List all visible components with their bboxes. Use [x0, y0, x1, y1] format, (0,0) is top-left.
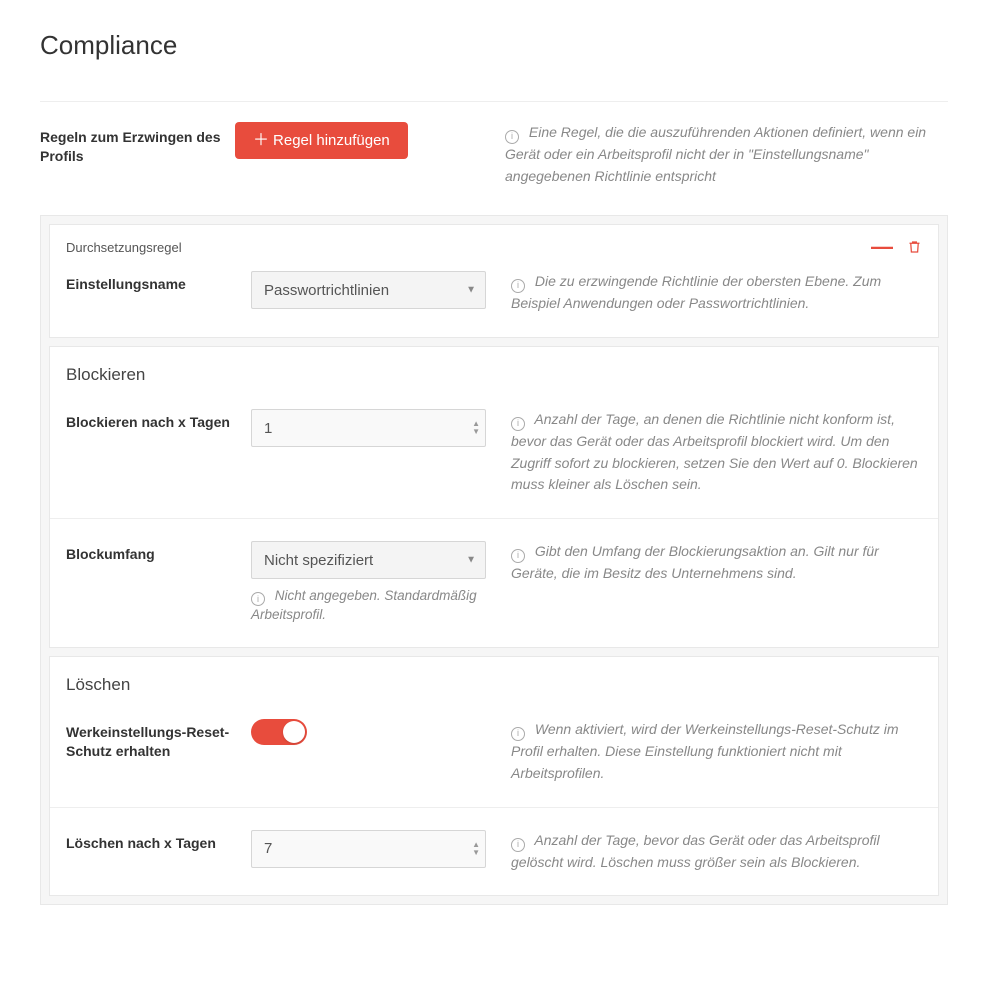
- info-icon: [251, 592, 265, 606]
- delete-rule-button[interactable]: [907, 239, 922, 255]
- page-title: Compliance: [40, 30, 948, 79]
- setting-name-select[interactable]: Passwortrichtlinien ▼: [251, 271, 486, 309]
- block-scope-subhelp: Nicht angegeben. Standardmäßig Arbeitspr…: [251, 587, 491, 625]
- trash-icon: [907, 239, 922, 255]
- setting-name-help: Die zu erzwingende Richtlinie der oberst…: [511, 271, 922, 315]
- stepper-down-icon[interactable]: ▼: [472, 849, 480, 857]
- add-rule-button[interactable]: ＋ Regel hinzufügen: [235, 122, 408, 159]
- toggle-knob: [283, 721, 305, 743]
- rule-card-setting: Durchsetzungsregel — Einstellungsname Pa…: [49, 224, 939, 338]
- wipe-after-days-field[interactable]: [251, 830, 486, 868]
- divider: [40, 101, 948, 102]
- rule-header-title: Durchsetzungsregel: [66, 240, 182, 255]
- wipe-after-days-label: Löschen nach x Tagen: [66, 830, 251, 853]
- add-rule-label: Regel hinzufügen: [273, 132, 390, 149]
- wipe-after-days-input[interactable]: ▲ ▼: [251, 830, 486, 868]
- profile-enforce-row: Regeln zum Erzwingen des Profils ＋ Regel…: [40, 122, 948, 187]
- wipe-after-days-help: Anzahl der Tage, bevor das Gerät oder da…: [511, 830, 922, 874]
- info-icon: [511, 727, 525, 741]
- block-scope-label: Blockumfang: [66, 541, 251, 564]
- block-after-days-input[interactable]: ▲ ▼: [251, 409, 486, 447]
- block-after-days-label: Blockieren nach x Tagen: [66, 409, 251, 432]
- stepper-down-icon[interactable]: ▼: [472, 428, 480, 436]
- info-icon: [511, 838, 525, 852]
- setting-name-label: Einstellungsname: [66, 271, 251, 294]
- info-icon: [505, 130, 519, 144]
- info-icon: [511, 417, 525, 431]
- plus-icon: ＋: [253, 133, 269, 149]
- block-after-days-help: Anzahl der Tage, an denen die Richtlinie…: [511, 409, 922, 496]
- wipe-section-title: Löschen: [50, 657, 938, 707]
- profile-enforce-help: Eine Regel, die die auszuführenden Aktio…: [505, 122, 948, 187]
- block-after-days-field[interactable]: [251, 409, 486, 447]
- rule-panel: Durchsetzungsregel — Einstellungsname Pa…: [40, 215, 948, 905]
- block-scope-select[interactable]: Nicht spezifiziert ▼: [251, 541, 486, 579]
- frp-label: Werkeinstellungs-Reset-Schutz erhalten: [66, 719, 251, 761]
- block-section-title: Blockieren: [50, 347, 938, 397]
- rule-card-block: Blockieren Blockieren nach x Tagen ▲ ▼ A…: [49, 346, 939, 648]
- rule-card-wipe: Löschen Werkeinstellungs-Reset-Schutz er…: [49, 656, 939, 896]
- info-icon: [511, 279, 525, 293]
- info-icon: [511, 549, 525, 563]
- collapse-button[interactable]: —: [871, 240, 893, 254]
- profile-enforce-label: Regeln zum Erzwingen des Profils: [40, 122, 235, 166]
- block-scope-help: Gibt den Umfang der Blockierungsaktion a…: [511, 541, 922, 585]
- frp-help: Wenn aktiviert, wird der Werkeinstellung…: [511, 719, 922, 784]
- frp-toggle[interactable]: [251, 719, 307, 745]
